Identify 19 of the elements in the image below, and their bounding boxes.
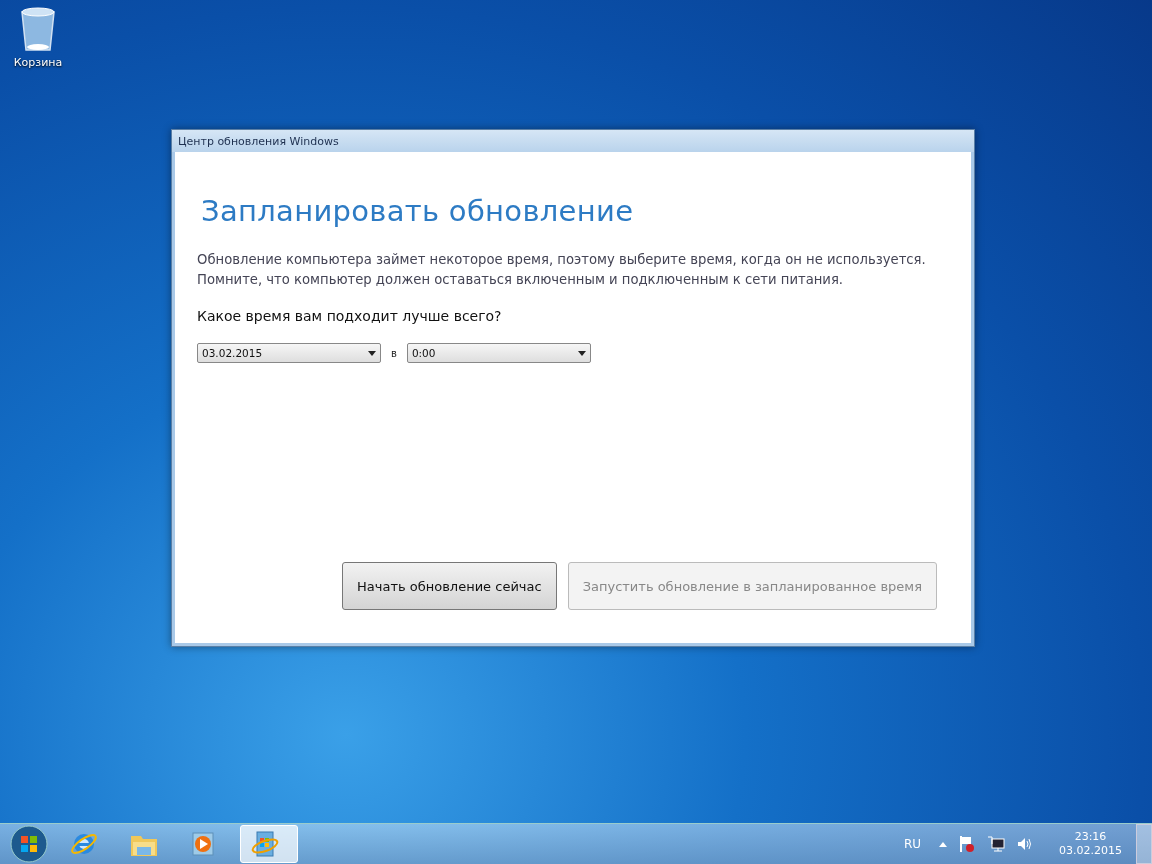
date-dropdown[interactable]: 03.02.2015 bbox=[197, 343, 381, 363]
time-dropdown[interactable]: 0:00 bbox=[406, 343, 591, 363]
desktop-icon-label[interactable]: Корзина bbox=[13, 56, 63, 69]
separator-label: в bbox=[391, 347, 397, 359]
dropdown-arrow-icon bbox=[368, 350, 376, 356]
start-button-icon[interactable] bbox=[10, 825, 48, 863]
taskbar-button[interactable] bbox=[240, 825, 298, 863]
description-text: Обновление компьютера займет некоторое время, поэтому выберите время, когда он не используется. Помните, что компьютер должен оставаться включенным и подключенным к сети питания. bbox=[197, 251, 927, 289]
update-icon bbox=[250, 829, 280, 859]
update-now-button[interactable]: Начать обновление сейчас bbox=[342, 562, 557, 610]
network-icon[interactable] bbox=[987, 836, 1005, 852]
up-arrow-icon[interactable] bbox=[939, 841, 947, 847]
window-title: Центр обновления Windows bbox=[178, 134, 339, 148]
flag-icon[interactable] bbox=[959, 835, 975, 853]
dropdown-arrow-icon bbox=[577, 350, 586, 356]
speaker-icon[interactable] bbox=[1017, 837, 1033, 851]
question-text: Какое время вам подходит лучше всего? bbox=[197, 308, 503, 324]
trash-bin-icon[interactable] bbox=[18, 6, 58, 52]
page-heading: Запланировать обновление bbox=[201, 194, 635, 228]
